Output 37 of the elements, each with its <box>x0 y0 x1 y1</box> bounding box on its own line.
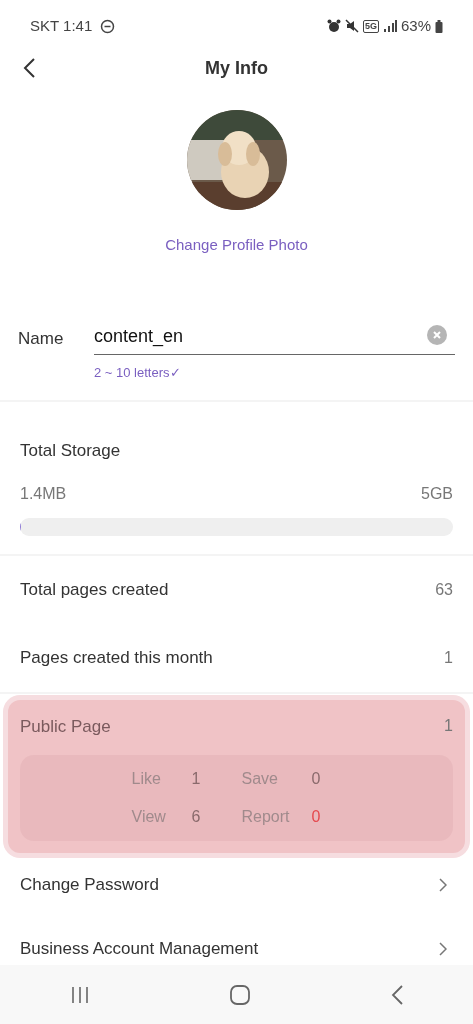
menu-item[interactable]: Business Account Management <box>0 917 473 965</box>
stat-value: 0 <box>311 807 322 827</box>
signal-icon <box>382 20 397 32</box>
battery-percent: 63% <box>400 15 431 36</box>
chevron-icon <box>439 878 447 892</box>
stat-label: Total pages created <box>20 578 169 601</box>
stat-label: Save <box>241 769 279 789</box>
do-not-disturb-icon <box>100 18 116 34</box>
back-icon[interactable] <box>389 983 404 1006</box>
stat-value: 1 <box>444 647 453 668</box>
mute-icon <box>344 19 359 33</box>
storage-title: Total Storage <box>20 440 122 462</box>
recent-apps-icon[interactable] <box>69 985 90 1004</box>
stat-label: Like <box>131 769 162 789</box>
change-photo-link[interactable]: Change Profile Photo <box>165 234 308 257</box>
chevron-icon <box>439 942 447 956</box>
section-count: 1 <box>444 716 453 737</box>
alarm-icon <box>326 19 341 33</box>
status-time: SKT 1:41 <box>30 15 93 36</box>
stat-value: 0 <box>311 769 322 789</box>
storage-total: 5GB <box>421 483 453 504</box>
stat-value: 63 <box>435 579 453 600</box>
stat-value: 1 <box>191 769 202 789</box>
menu-item[interactable]: Change Password <box>0 853 473 917</box>
field-label: Name <box>18 327 65 350</box>
stat-label: Pages created this month <box>20 646 213 669</box>
back-icon[interactable] <box>22 57 36 79</box>
stat-label: View <box>131 807 167 827</box>
storage-used: 1.4MB <box>20 483 67 504</box>
stat-value: 6 <box>191 807 202 827</box>
section-title: Public Page <box>20 715 111 738</box>
network-indicator: 5G <box>362 19 379 33</box>
page-title: My Info <box>205 56 268 80</box>
hint-text: 2 ~ 10 letters✓ <box>93 363 182 382</box>
home-icon[interactable] <box>228 983 251 1006</box>
battery-icon <box>435 19 443 33</box>
stat-label: Report <box>241 807 291 827</box>
